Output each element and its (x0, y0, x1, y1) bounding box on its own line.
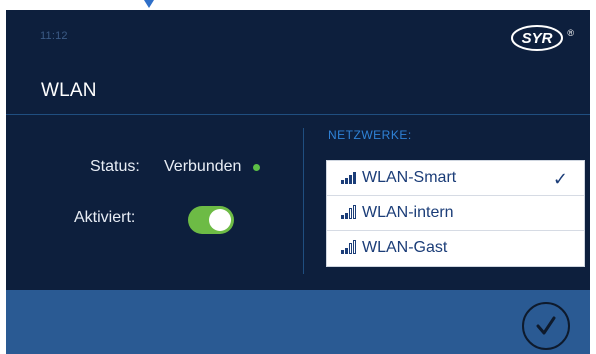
aktiviert-label: Aktiviert: (74, 209, 136, 226)
checkmark-icon: ✓ (552, 169, 568, 189)
network-item-wlan-intern[interactable]: WLAN-intern (327, 196, 584, 231)
network-list: WLAN-Smart ✓ WLAN-intern WLAN-Gast (326, 160, 585, 267)
header-divider (6, 114, 590, 115)
status-indicator-dot (253, 164, 260, 171)
top-pointer-marker (144, 0, 154, 8)
signal-strength-icon (341, 205, 356, 219)
networks-heading: NETZWERKE: (328, 128, 412, 142)
logo-text: SYR (522, 30, 553, 47)
syr-logo-mark: SYR (511, 25, 564, 51)
network-item-wlan-gast[interactable]: WLAN-Gast (327, 231, 584, 265)
confirm-button[interactable] (522, 302, 570, 350)
page-title: WLAN (41, 80, 97, 101)
status-time: 11:12 (40, 30, 68, 42)
vertical-divider (303, 128, 304, 274)
footer-bar (6, 290, 590, 354)
confirm-check-icon (536, 316, 556, 335)
status-value: Verbunden (164, 158, 242, 175)
aktiviert-toggle[interactable] (188, 206, 234, 234)
toggle-knob (209, 209, 231, 231)
network-name: WLAN-intern (362, 204, 454, 221)
network-name: WLAN-Smart (362, 169, 457, 186)
signal-strength-icon (341, 240, 356, 254)
registered-mark: ® (567, 28, 574, 38)
device-screen: 11:12 SYR ® WLAN Status: Verbunden Aktiv… (6, 10, 590, 354)
syr-logo: SYR ® (504, 24, 574, 52)
signal-strength-icon (341, 172, 356, 184)
network-name: WLAN-Gast (362, 239, 448, 256)
status-label: Status: (90, 158, 140, 175)
network-item-wlan-smart[interactable]: WLAN-Smart ✓ (327, 161, 584, 196)
